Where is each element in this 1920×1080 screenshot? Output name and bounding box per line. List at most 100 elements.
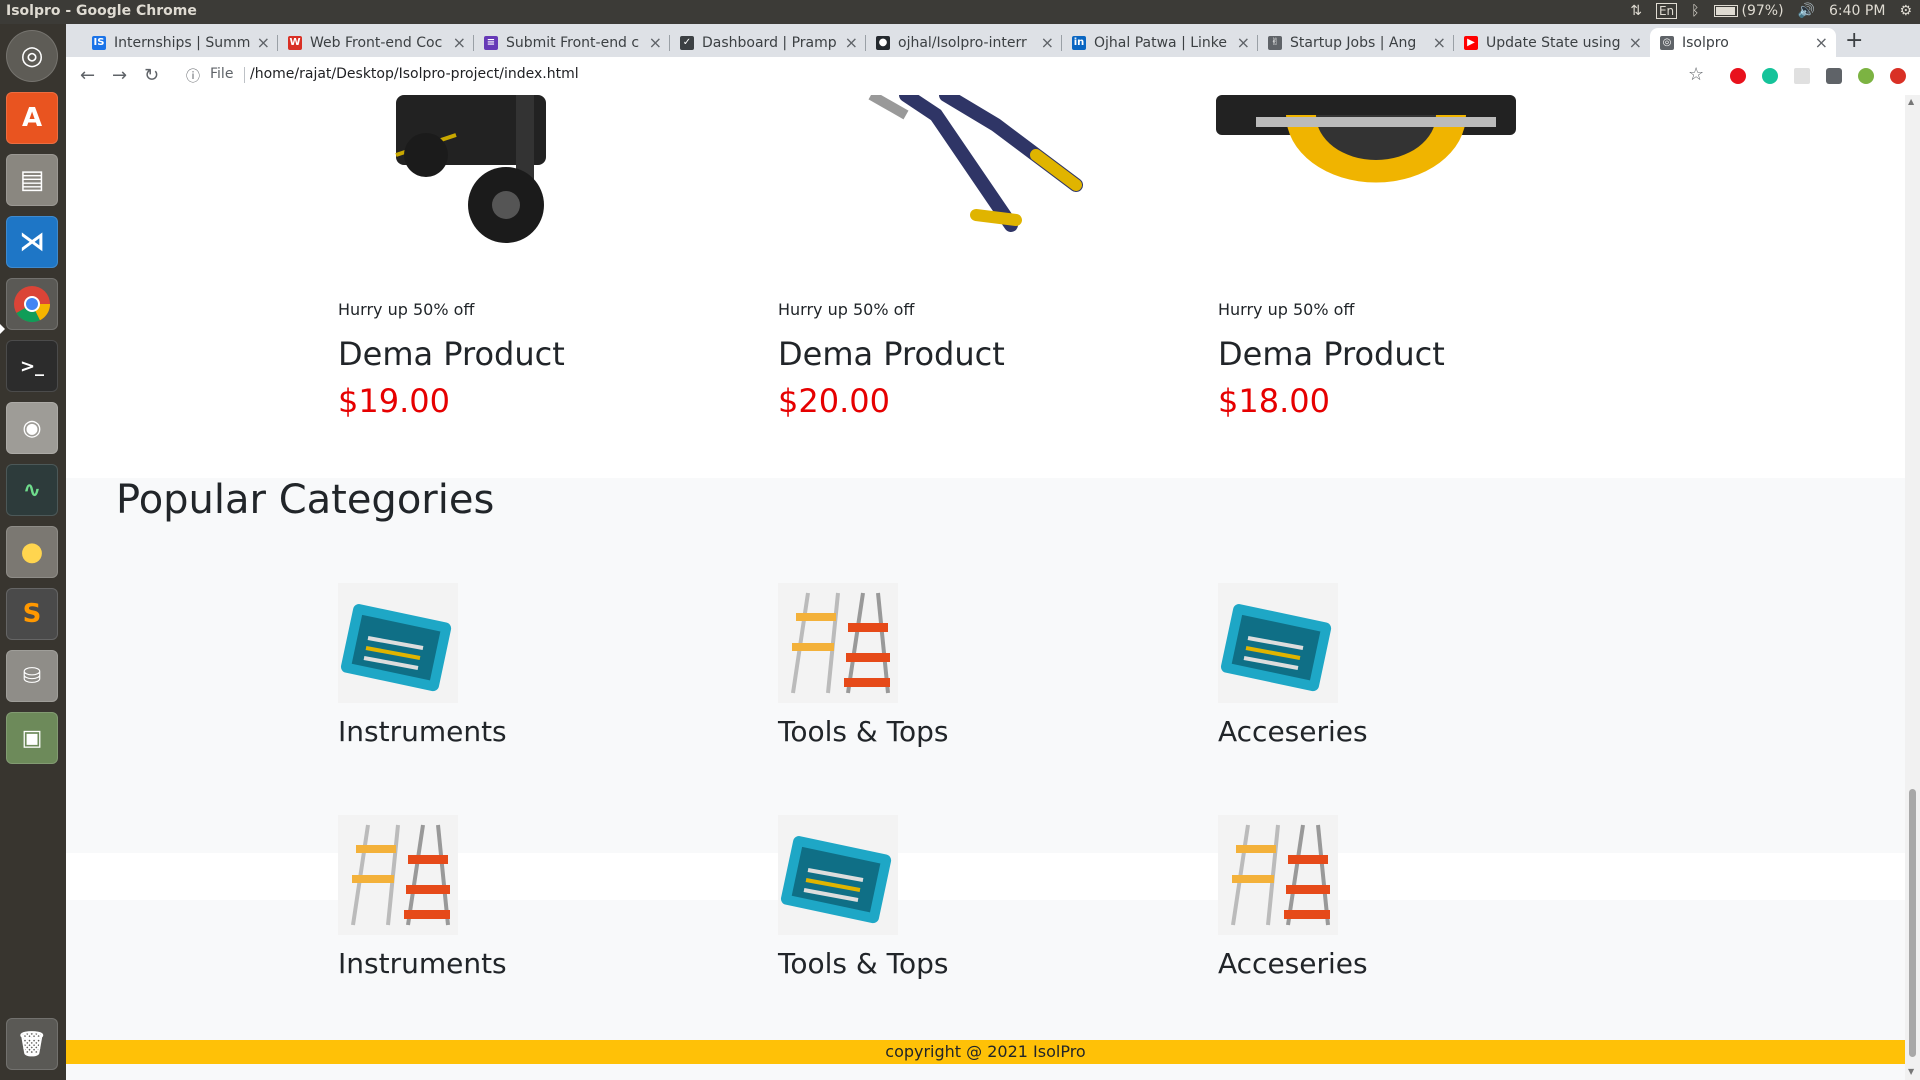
tab-linkedin[interactable]: in Ojhal Patwa | Linke × bbox=[1062, 28, 1258, 57]
tab-youtube[interactable]: ▶ Update State using × bbox=[1454, 28, 1650, 57]
product-name[interactable]: Dema Product bbox=[338, 335, 565, 373]
forward-arrow-icon[interactable]: → bbox=[112, 65, 127, 86]
tab-title: Startup Jobs | Ang bbox=[1290, 34, 1417, 51]
favicon-icon: ● bbox=[876, 35, 890, 50]
category-label[interactable]: Tools & Tops bbox=[778, 715, 948, 748]
new-tab-button[interactable]: + bbox=[1845, 28, 1863, 53]
product-price: $20.00 bbox=[778, 382, 890, 420]
tab-github-repo[interactable]: ● ojhal/Isolpro-interr × bbox=[866, 28, 1062, 57]
image-viewer-icon[interactable]: ▣ bbox=[6, 712, 58, 764]
favicon-icon: IS bbox=[92, 35, 106, 50]
pliers-image bbox=[868, 95, 1083, 232]
ubuntu-dash-icon[interactable]: ◎ bbox=[6, 30, 58, 82]
tab-internships[interactable]: IS Internships | Summ × bbox=[82, 28, 278, 57]
circular-saw-image bbox=[1216, 95, 1516, 183]
favicon-icon: ▶ bbox=[1464, 35, 1478, 50]
close-icon[interactable]: × bbox=[453, 33, 466, 52]
close-icon[interactable]: × bbox=[1629, 33, 1642, 52]
launcher: ◎ A ▤ ⋊ >_ ◉ ∿ ● S ⛁ ▣ 🗑 bbox=[0, 24, 66, 1080]
opera-extension-icon[interactable] bbox=[1730, 68, 1746, 84]
disk-icon[interactable]: ⛁ bbox=[6, 650, 58, 702]
extension-placeholder-icon[interactable] bbox=[1794, 68, 1810, 84]
close-icon[interactable]: × bbox=[1815, 33, 1828, 52]
favicon-icon: W bbox=[288, 35, 302, 50]
tab-title: Isolpro bbox=[1682, 34, 1729, 51]
close-icon[interactable]: × bbox=[649, 33, 662, 52]
close-icon[interactable]: × bbox=[1237, 33, 1250, 52]
terminal-icon[interactable]: >_ bbox=[6, 340, 58, 392]
footer-copyright: copyright @ 2021 IsolPro bbox=[885, 1042, 1086, 1061]
bluetooth-icon[interactable]: ᛒ bbox=[1691, 3, 1699, 19]
battery-indicator[interactable]: (97%) bbox=[1713, 3, 1784, 19]
tab-title: Update State using bbox=[1486, 34, 1621, 51]
product-price: $18.00 bbox=[1218, 382, 1330, 420]
back-arrow-icon[interactable]: ← bbox=[80, 65, 95, 86]
info-icon[interactable]: ⓘ bbox=[186, 66, 200, 86]
tab-isolpro-active[interactable]: ◎ Isolpro × bbox=[1650, 28, 1836, 57]
address-bar-url[interactable]: /home/rajat/Desktop/Isolpro-project/inde… bbox=[250, 66, 579, 82]
close-icon[interactable]: × bbox=[845, 33, 858, 52]
camera-icon[interactable]: ◉ bbox=[6, 402, 58, 454]
ladder-icon bbox=[351, 824, 450, 926]
product-name[interactable]: Dema Product bbox=[778, 335, 1005, 373]
close-icon[interactable]: × bbox=[1433, 33, 1446, 52]
category-label[interactable]: Acceseries bbox=[1218, 947, 1368, 980]
settings-gear-icon[interactable]: ⚙ bbox=[1899, 3, 1912, 19]
category-label[interactable]: Instruments bbox=[338, 715, 507, 748]
update-alert-icon[interactable] bbox=[1890, 68, 1906, 84]
category-image-ladder[interactable] bbox=[1218, 815, 1338, 935]
vscode-icon[interactable]: ⋊ bbox=[6, 216, 58, 268]
files-icon[interactable]: ▤ bbox=[6, 154, 58, 206]
battery-percent: (97%) bbox=[1741, 3, 1784, 19]
trash-icon[interactable]: 🗑 bbox=[6, 1018, 58, 1070]
keyboard-layout-indicator[interactable]: En bbox=[1655, 3, 1678, 19]
network-arrows-icon[interactable]: ⇅ bbox=[1630, 3, 1642, 19]
page-scrollbar[interactable]: ▲ ▼ bbox=[1905, 95, 1920, 1080]
category-image-toolkit[interactable] bbox=[1218, 583, 1338, 703]
category-image-toolkit[interactable] bbox=[338, 583, 458, 703]
close-icon[interactable]: × bbox=[257, 33, 270, 52]
product-name[interactable]: Dema Product bbox=[1218, 335, 1445, 373]
category-label[interactable]: Tools & Tops bbox=[778, 947, 948, 980]
favicon-icon: in bbox=[1072, 35, 1086, 50]
puzzle-extensions-icon[interactable] bbox=[1826, 68, 1842, 84]
pressure-washer-image bbox=[395, 95, 546, 243]
grammarly-extension-icon[interactable] bbox=[1762, 68, 1778, 84]
chrome-logo-icon bbox=[14, 286, 51, 323]
tab-title: Ojhal Patwa | Linke bbox=[1094, 34, 1228, 51]
ladder-icon bbox=[791, 592, 890, 694]
sublime-text-icon[interactable]: S bbox=[6, 588, 58, 640]
bookmark-star-icon[interactable]: ☆ bbox=[1688, 64, 1704, 85]
scheme-label: File bbox=[210, 66, 234, 82]
toolkit-icon bbox=[340, 604, 452, 692]
tab-web-frontend[interactable]: W Web Front-end Coc × bbox=[278, 28, 474, 57]
tab-pramp-dashboard[interactable]: ✓ Dashboard | Pramp × bbox=[670, 28, 866, 57]
section-title-popular-categories: Popular Categories bbox=[116, 477, 495, 523]
category-image-toolkit[interactable] bbox=[778, 815, 898, 935]
clock[interactable]: 6:40 PM bbox=[1829, 3, 1885, 19]
chrome-icon[interactable] bbox=[6, 278, 58, 330]
category-image-ladder[interactable] bbox=[778, 583, 898, 703]
tab-title: Internships | Summ bbox=[114, 34, 251, 51]
tab-title: Web Front-end Coc bbox=[310, 34, 443, 51]
favicon-icon: ◎ bbox=[1660, 35, 1674, 50]
address-divider bbox=[244, 67, 245, 83]
product-discount-text: Hurry up 50% off bbox=[338, 300, 475, 319]
volume-icon[interactable]: 🔊 bbox=[1798, 3, 1815, 19]
category-image-ladder[interactable] bbox=[338, 815, 458, 935]
reload-icon[interactable]: ↻ bbox=[144, 65, 159, 86]
tab-submit-frontend[interactable]: ≡ Submit Front-end c × bbox=[474, 28, 670, 57]
tab-startup-jobs[interactable]: ✌ Startup Jobs | Ang × bbox=[1258, 28, 1454, 57]
scrollbar-thumb[interactable] bbox=[1909, 789, 1916, 1057]
close-icon[interactable]: × bbox=[1041, 33, 1054, 52]
lightbulb-icon[interactable]: ● bbox=[6, 526, 58, 578]
system-monitor-icon[interactable]: ∿ bbox=[6, 464, 58, 516]
profile-avatar[interactable] bbox=[1858, 68, 1874, 84]
software-center-icon[interactable]: A bbox=[6, 92, 58, 144]
category-label[interactable]: Instruments bbox=[338, 947, 507, 980]
product-price: $19.00 bbox=[338, 382, 450, 420]
category-label[interactable]: Acceseries bbox=[1218, 715, 1368, 748]
scroll-down-arrow-icon[interactable]: ▼ bbox=[1908, 1067, 1914, 1076]
scroll-up-arrow-icon[interactable]: ▲ bbox=[1908, 97, 1914, 106]
tab-title: Submit Front-end c bbox=[506, 34, 640, 51]
